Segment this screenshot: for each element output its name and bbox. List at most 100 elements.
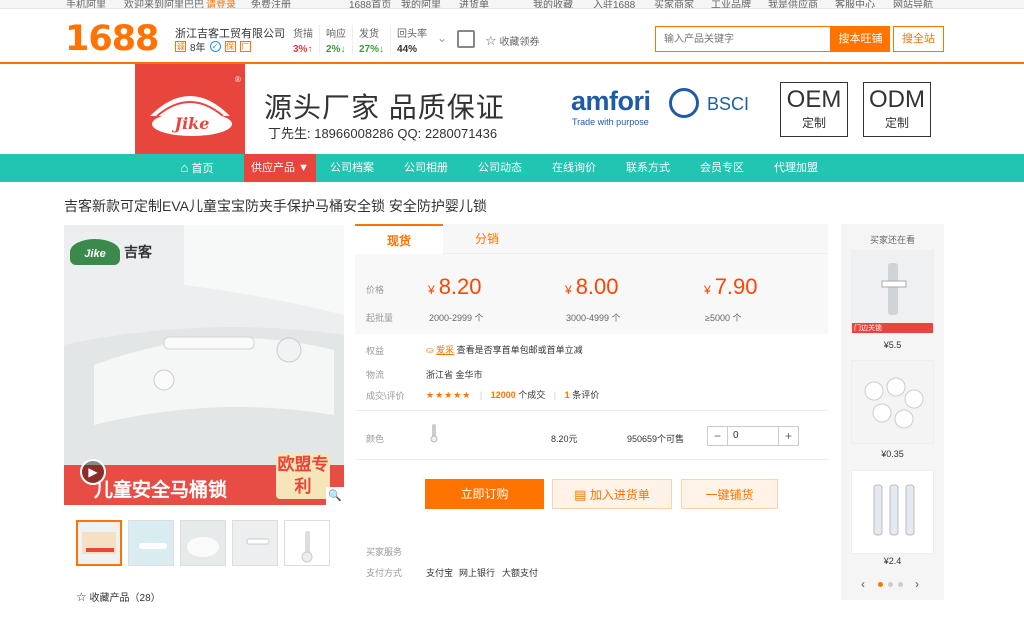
stat-label: 货描 — [293, 29, 313, 40]
topbar-service[interactable]: 客服中心 — [835, 0, 875, 8]
oem-sub: 定制 — [801, 116, 826, 130]
qty-tier-2: 3000-4999 个 — [566, 313, 621, 323]
nav-inquiry[interactable]: 在线询价 — [544, 154, 604, 182]
image-patent-badge: 欧盟专利 — [276, 453, 330, 499]
sidebar-product-price: ¥5.5 — [883, 340, 902, 350]
svg-text:®: ® — [235, 75, 241, 84]
stat-value: 3%↑ — [293, 44, 313, 55]
sidebar-product-caption: 门边关锁 — [854, 325, 882, 332]
nav-agent[interactable]: 代理加盟 — [766, 154, 826, 182]
decrement-button[interactable]: − — [708, 427, 728, 445]
carousel-dot[interactable] — [888, 582, 893, 587]
search-shop-button[interactable]: 搜本旺铺 — [831, 26, 890, 52]
stat-response: 响应 2%↓ — [326, 25, 353, 55]
deals-count[interactable]: 12000 — [491, 390, 516, 400]
topbar-welcome: 欢迎来到阿里巴巴 — [124, 0, 204, 9]
price-value: 8.00 — [575, 274, 619, 299]
umbrella-icon: Jike — [70, 239, 120, 265]
separator: | — [479, 390, 483, 400]
shop-nav: ⌂ 首页 供应产品 ▼ 公司档案 公司相册 公司动态 在线询价 联系方式 会员专… — [0, 154, 1024, 182]
site-logo[interactable]: 1688 — [65, 19, 159, 59]
quantity-input[interactable]: 0 — [728, 427, 778, 445]
thumbnail-3[interactable] — [180, 520, 226, 566]
chevron-left-icon[interactable]: ‹ — [861, 577, 865, 591]
benefit-row[interactable]: ⛀ 爱采 查看是否享首单包邮或首单立减 — [426, 343, 583, 356]
payment-large: 大额支付 — [502, 568, 539, 578]
increment-button[interactable]: + — [778, 427, 798, 445]
quantity-stepper[interactable]: − 0 + — [707, 426, 799, 446]
topbar-join[interactable]: 入驻1688 — [593, 0, 635, 8]
benefit-tag: 爱采 — [436, 345, 455, 355]
payment-bank: 网上银行 — [459, 568, 496, 578]
product-main-image[interactable]: Jike 吉客 儿童安全马桶锁 欧盟专利 ▶ 🔍 — [64, 225, 344, 505]
nav-album[interactable]: 公司相册 — [396, 154, 456, 182]
color-label: 颜色 — [366, 434, 385, 444]
chevron-down-icon[interactable]: ⌄ — [437, 31, 447, 45]
thumbnail-image — [233, 521, 277, 565]
image-brand-name: 吉客 — [124, 244, 152, 260]
chevron-right-icon[interactable]: › — [915, 577, 919, 591]
topbar-link-mobile[interactable]: 手机阿里 — [66, 0, 106, 8]
company-years: 诚 8年 ✓ 保 厂 — [175, 39, 251, 54]
purchase-tabs: 现货 分销 — [355, 224, 828, 254]
topbar-supplier[interactable]: 我是供应商 — [768, 0, 818, 8]
star-icon: ☆ — [485, 33, 497, 48]
sidebar-product-3[interactable] — [851, 470, 934, 554]
shop-banner: Jike ® 源头厂家 品质保证 丁先生: 18966008286 QQ: 22… — [135, 64, 944, 154]
sidebar-product-2[interactable] — [851, 360, 934, 444]
play-video-icon[interactable]: ▶ — [80, 459, 106, 485]
carousel-dot-active[interactable] — [878, 582, 883, 587]
dropship-button[interactable]: 一键铺货 — [681, 479, 778, 509]
favorite-product-button[interactable]: ☆ 收藏产品（28） — [76, 589, 161, 604]
odm-badge: ODM 定制 — [863, 82, 931, 137]
topbar-sitenav[interactable]: 网站导航 — [893, 0, 933, 8]
shop-header: 1688 浙江吉客工贸有限公司 诚 8年 ✓ 保 厂 货描 3%↑ 响应 2%↓… — [0, 9, 1024, 64]
brand-logo[interactable]: Jike ® — [135, 64, 245, 154]
sidebar-product-price: ¥2.4 — [883, 556, 902, 566]
thumbnail-5[interactable] — [284, 520, 330, 566]
nav-contact[interactable]: 联系方式 — [618, 154, 678, 182]
stat-value: 27%↓ — [359, 44, 385, 55]
divider — [355, 410, 828, 411]
topbar-buyers[interactable]: 买家商家 — [654, 0, 694, 8]
image-caption: 儿童安全马桶锁 — [94, 480, 228, 501]
nav-news[interactable]: 公司动态 — [470, 154, 530, 182]
search-input[interactable] — [655, 26, 831, 52]
topbar-my-alibaba[interactable]: 我的阿里 — [401, 0, 441, 8]
years-value: 8年 — [190, 43, 206, 54]
topbar-cart[interactable]: 进货单 — [459, 0, 489, 8]
topbar-register[interactable]: 免费注册 — [251, 0, 291, 8]
search-all-button[interactable]: 搜全站 — [893, 26, 944, 52]
divider — [355, 459, 828, 460]
favorite-shop-button[interactable]: ☆ 收藏领券 — [485, 33, 539, 49]
thumbnail-4[interactable] — [232, 520, 278, 566]
nav-products[interactable]: 供应产品 ▼ — [244, 154, 316, 182]
cart-list-icon: ▤ — [574, 487, 587, 502]
topbar-favorites[interactable]: 我的收藏 — [533, 0, 573, 8]
stat-label: 响应 — [326, 29, 346, 40]
sidebar-product-1[interactable]: 门边关锁 — [851, 250, 934, 334]
order-now-button[interactable]: 立即订购 — [425, 479, 544, 509]
topbar-brands[interactable]: 工业品牌 — [711, 0, 751, 8]
product-image — [852, 251, 933, 333]
tab-spot[interactable]: 现货 — [355, 224, 443, 254]
color-swatch[interactable] — [426, 422, 444, 444]
nav-members[interactable]: 会员专区 — [692, 154, 752, 182]
buyer-service-label: 买家服务 — [366, 547, 403, 557]
add-to-cart-button[interactable]: ▤ 加入进货单 — [552, 479, 672, 509]
topbar-home[interactable]: 1688首页 — [349, 0, 391, 8]
qty-tier-3: ≥5000 个 — [705, 313, 742, 323]
topbar-login[interactable]: 请登录 — [206, 0, 236, 8]
logistics-value: 浙江省 金华市 — [426, 370, 483, 380]
zoom-icon[interactable]: 🔍 — [326, 487, 344, 505]
nav-home[interactable]: ⌂ 首页 — [162, 154, 232, 182]
nav-profile[interactable]: 公司档案 — [322, 154, 382, 182]
odm-sub: 定制 — [884, 116, 909, 130]
carousel-dot[interactable] — [898, 582, 903, 587]
qr-code-icon[interactable] — [457, 30, 475, 48]
deal-row: ★★★★★ | 12000 个成交 | 1 条评价 — [426, 388, 599, 401]
thumbnail-1[interactable] — [76, 520, 122, 566]
reviews-count[interactable]: 1 — [565, 390, 570, 400]
tab-distribution[interactable]: 分销 — [443, 224, 531, 254]
thumbnail-2[interactable] — [128, 520, 174, 566]
